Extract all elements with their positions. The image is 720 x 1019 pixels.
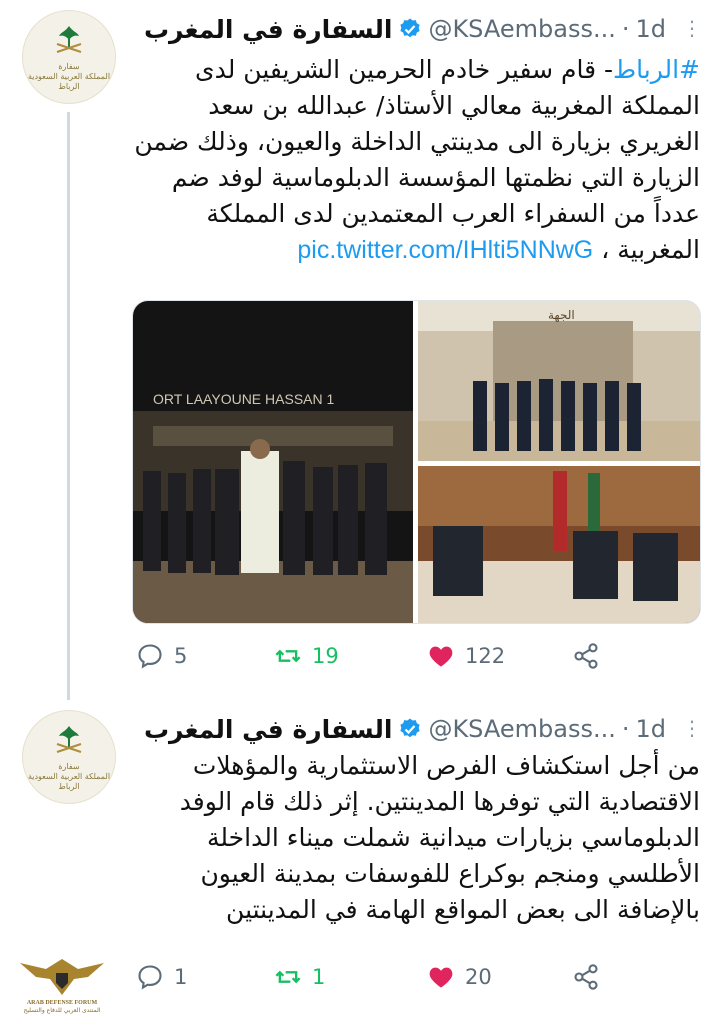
like-count: 20 [465,965,492,989]
retweet-icon [275,649,301,663]
display-name[interactable]: السفارة في المغرب [144,715,393,744]
tweet-header: السفارة في المغرب @KSAembass... · 1d ⋮ [130,6,706,52]
heart-icon [429,967,453,988]
retweet-button[interactable]: 19 [274,636,339,676]
photo-night-group[interactable]: ORT LAAYOUNE HASSAN 1 [133,301,413,623]
retweet-button[interactable]: 1 [274,957,325,997]
photo-meeting-group[interactable] [418,466,700,623]
verified-badge-icon [400,18,421,38]
photo-sign-text-2: الجهة [548,308,575,322]
handle[interactable]: @KSAembass... [428,15,615,43]
share-icon [574,964,598,990]
verified-badge-icon [400,718,421,738]
saudi-emblem-icon [56,726,82,753]
avatar-text-1: سفارة [58,62,80,71]
watermark-text-ar: المنتدى العربي للدفاع والتسليح [23,1007,101,1014]
share-button[interactable] [572,636,600,676]
reply-icon [138,965,162,990]
share-icon [574,643,598,669]
avatar[interactable]: سفارة المملكة العربية السعودية الرباط [22,10,116,104]
avatar-text-2: المملكة العربية السعودية [27,772,111,781]
tweet-actions: 5 19 122 [132,636,612,676]
avatar-text-3: الرباط [58,782,80,791]
share-button[interactable] [572,957,600,997]
photo-sign-text: ORT LAAYOUNE HASSAN 1 [153,391,334,407]
retweet-icon [275,970,301,984]
retweet-count: 19 [312,644,339,668]
avatar-text-3: الرباط [58,82,80,91]
saudi-emblem-icon [56,26,82,53]
eagle-logo-icon [20,959,104,995]
tweet-body: من أجل استكشاف الفرص الاستثمارية والمؤهل… [179,751,700,924]
media-grid[interactable]: ORT LAAYOUNE HASSAN 1 الجهة [132,300,701,624]
tweet-text: #الرباط- قام سفير خادم الحرمين الشريفين … [130,52,700,268]
heart-icon [429,646,453,667]
tweet-body: - قام سفير خادم الحرمين الشريفين لدى الم… [134,55,700,264]
avatar[interactable]: سفارة المملكة العربية السعودية الرباط [22,710,116,804]
like-count: 122 [465,644,506,668]
avatar-text-1: سفارة [58,762,80,771]
media-link[interactable]: pic.twitter.com/IHlti5NNwG [297,236,593,264]
photo-building-group[interactable]: الجهة [418,301,700,461]
timestamp[interactable]: 1d [635,715,666,743]
handle[interactable]: @KSAembass... [428,715,615,743]
avatar-text-2: المملكة العربية السعودية [27,72,111,81]
thread-line [67,112,70,700]
retweet-count: 1 [312,965,326,989]
tweet-actions: 1 1 20 [132,957,612,997]
more-options-icon[interactable]: ⋮ [678,714,706,742]
watermark-text-en: ARAB DEFENSE FORUM [26,1000,98,1006]
reply-button[interactable]: 1 [136,957,187,997]
separator-dot: · [621,15,630,43]
watermark-logo: ARAB DEFENSE FORUM المنتدى العربي للدفاع… [6,955,118,1017]
tweet-header: السفارة في المغرب @KSAembass... · 1d ⋮ [130,706,706,752]
hashtag-link[interactable]: #الرباط [613,55,700,84]
like-button[interactable]: 122 [427,636,505,676]
like-button[interactable]: 20 [427,957,492,997]
timestamp[interactable]: 1d [635,15,666,43]
more-options-icon[interactable]: ⋮ [678,14,706,42]
media-photos: ORT LAAYOUNE HASSAN 1 الجهة [133,301,700,623]
separator-dot: · [621,715,630,743]
tweet-text: من أجل استكشاف الفرص الاستثمارية والمؤهل… [130,748,700,928]
reply-count: 1 [174,965,188,989]
tweet-1[interactable]: سفارة المملكة العربية السعودية الرباط ال… [0,0,720,700]
display-name[interactable]: السفارة في المغرب [144,15,393,44]
reply-button[interactable]: 5 [136,636,187,676]
reply-icon [138,644,162,669]
reply-count: 5 [174,644,188,668]
